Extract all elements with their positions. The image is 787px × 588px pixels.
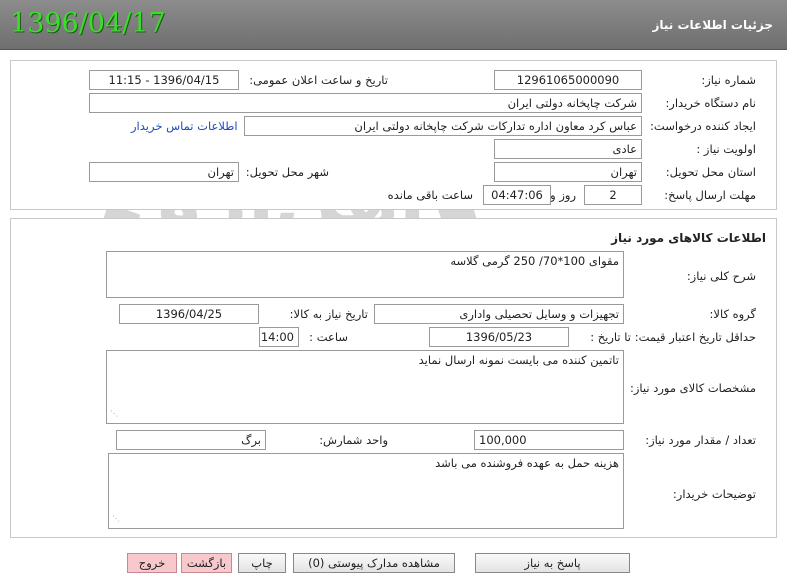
announce-field: 1396/04/15 - 11:15 <box>89 70 239 90</box>
buyer-notes-text: هزینه حمل به عهده فروشنده می باشد <box>435 456 619 470</box>
buyer-org-field: شرکت چاپخانه دولتی ایران <box>89 93 642 113</box>
specs-field: تاتمین کننده می بایست نمونه ارسال نماید … <box>106 350 624 424</box>
attachments-button[interactable]: مشاهده مدارک پیوستی (0) <box>293 553 455 573</box>
need-number-field: 1296106500009‪0 <box>494 70 642 90</box>
deadline-remaining-label: ساعت باقی مانده <box>387 188 473 202</box>
desc-label: شرح کلی نیاز: <box>686 269 756 283</box>
buyer-notes-field: هزینه حمل به عهده فروشنده می باشد ⋰ <box>108 453 624 529</box>
time-field: 14:00 <box>259 327 299 347</box>
back-button[interactable]: بازگشت <box>181 553 232 573</box>
goods-section-title: اطلاعات کالاهای مورد نیاز <box>611 231 766 245</box>
resize-grip-icon[interactable]: ⋰ <box>110 406 118 421</box>
buyer-notes-label: توضیحات خریدار: <box>672 487 756 501</box>
province-label: استان محل تحویل: <box>665 165 756 179</box>
creator-field: عباس کرد معاون اداره تدارکات شرکت چاپخان… <box>244 116 642 136</box>
print-button[interactable]: چاپ <box>238 553 286 573</box>
specs-label: مشخصات کالای مورد نیاز: <box>629 381 756 395</box>
qty-label: تعداد / مقدار مورد نیاز: <box>645 433 756 447</box>
resize-grip-icon[interactable]: ⋰ <box>112 511 120 526</box>
reply-button[interactable]: پاسخ به نیاز <box>475 553 630 573</box>
unit-field: برگ <box>116 430 266 450</box>
time-label: ساعت : <box>309 330 348 344</box>
city-label: شهر محل تحویل: <box>245 165 329 179</box>
page-title: جزئیات اطلاعات نیاز <box>652 18 773 32</box>
deadline-days-suffix: روز و <box>550 188 576 202</box>
desc-field: مقوای 100*70/ 250 گرمی گلاسه <box>106 251 624 298</box>
until-date-field: 1396/05/23 <box>429 327 569 347</box>
exit-button[interactable]: خروج <box>127 553 177 573</box>
min-validity-label: حداقل تاریخ اعتبار قیمت: <box>634 330 756 344</box>
until-date-label: تا تاریخ : <box>590 330 631 344</box>
need-info-panel: شماره نیاز: 1296106500009‪0 تاریخ و ساعت… <box>10 60 777 210</box>
qty-field: 100,000 <box>474 430 624 450</box>
province-field: تهران <box>494 162 642 182</box>
goods-info-panel: اطلاعات کالاهای مورد نیاز شرح کلی نیاز: … <box>10 218 777 538</box>
buyer-contact-link[interactable]: اطلاعات تماس خریدار <box>131 119 238 133</box>
deadline-days-field: 2 <box>584 185 642 205</box>
city-field: تهران <box>89 162 239 182</box>
header-date: 1396/04/17 <box>10 8 166 39</box>
need-date-field: 1396/04/25 <box>119 304 259 324</box>
deadline-label: مهلت ارسال پاسخ: <box>664 188 756 202</box>
specs-text: تاتمین کننده می بایست نمونه ارسال نماید <box>418 353 619 367</box>
need-number-label: شماره نیاز: <box>701 73 756 87</box>
announce-label: تاریخ و ساعت اعلان عمومی: <box>249 73 388 87</box>
deadline-time-field: 04:47:06 <box>483 185 551 205</box>
priority-field: عادی <box>494 139 642 159</box>
unit-label: واحد شمارش: <box>319 433 388 447</box>
need-date-label: تاریخ نیاز به کالا: <box>289 307 368 321</box>
group-field: تجهیزات و وسایل تحصیلی واداری <box>374 304 624 324</box>
priority-label: اولویت نیاز : <box>696 142 756 156</box>
desc-text: مقوای 100*70/ 250 گرمی گلاسه <box>450 254 619 268</box>
buyer-org-label: نام دستگاه خریدار: <box>665 96 756 110</box>
title-bar: 1396/04/17 جزئیات اطلاعات نیاز <box>0 0 787 50</box>
creator-label: ایجاد کننده درخواست: <box>650 119 756 133</box>
group-label: گروه کالا: <box>709 307 756 321</box>
